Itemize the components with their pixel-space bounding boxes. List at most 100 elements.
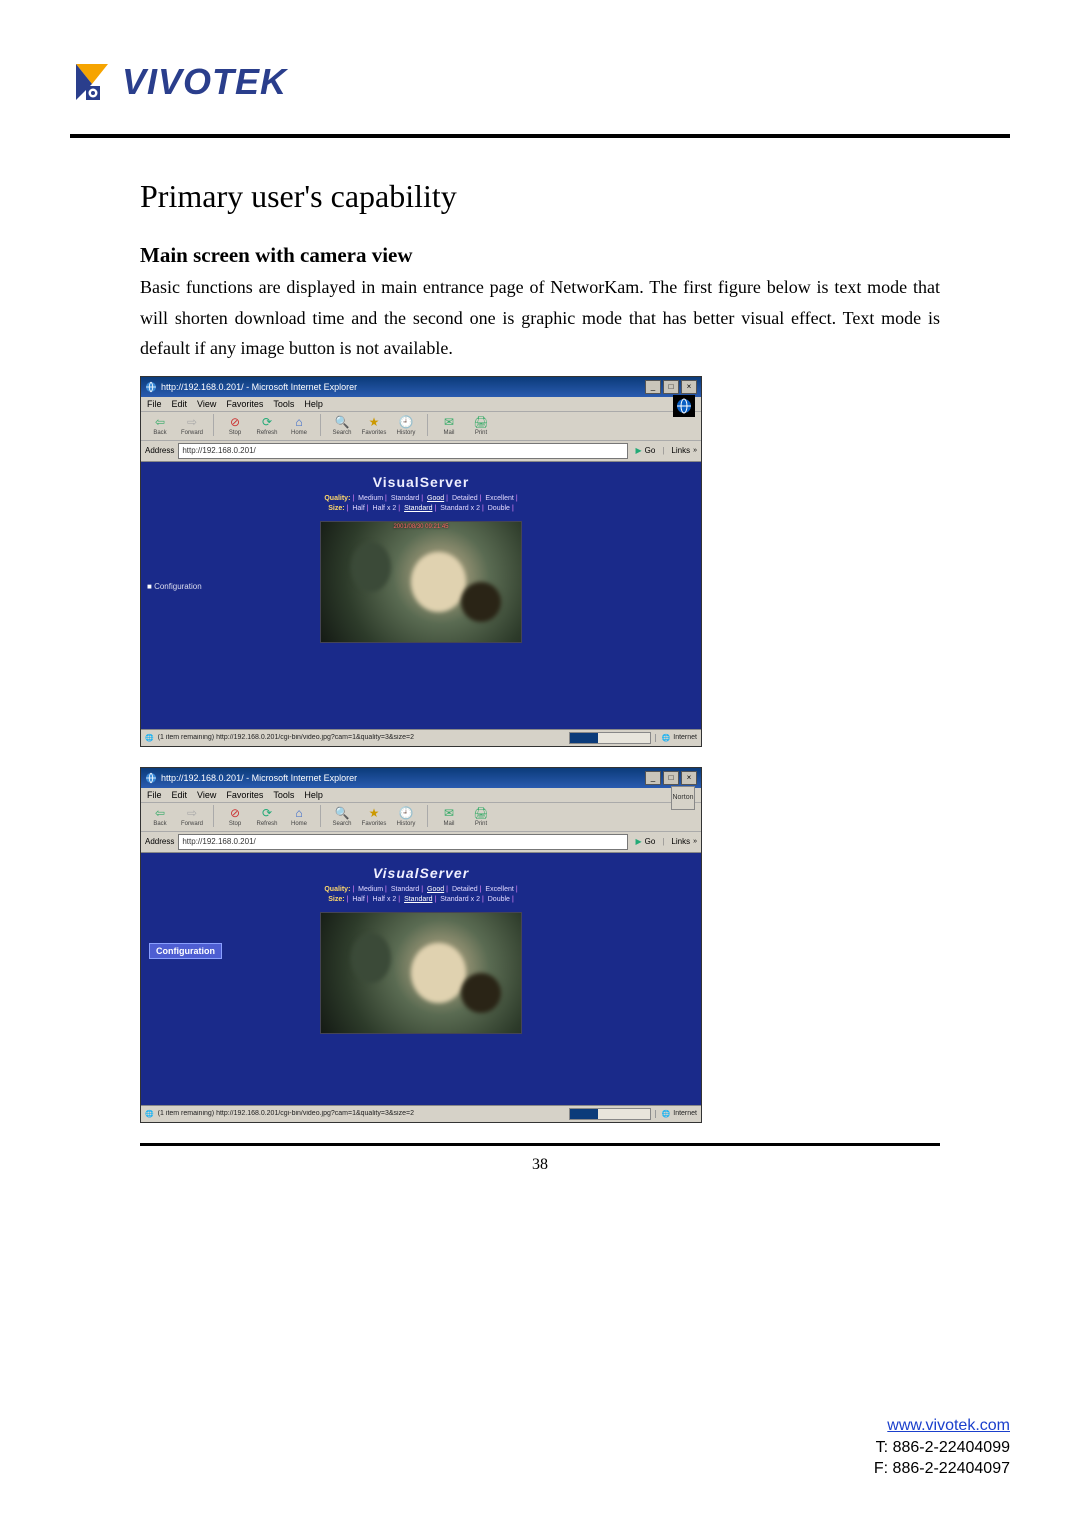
security-zone: 🌐 Internet — [655, 1110, 697, 1118]
size-standard[interactable]: Standard — [402, 896, 434, 903]
page: VIVOTEK Primary user's capability Main s… — [0, 0, 1080, 1528]
window-maximize-button[interactable]: □ — [663, 771, 679, 785]
quality-excellent[interactable]: Excellent — [483, 886, 515, 893]
intro-paragraph: Basic functions are displayed in main en… — [140, 272, 940, 364]
size-halfx2[interactable]: Half x 2 — [371, 505, 399, 512]
brand-logo: VIVOTEK — [70, 60, 1010, 104]
toolbar-stop-button[interactable]: ⊘Stop — [222, 805, 248, 827]
quality-standard[interactable]: Standard — [389, 495, 421, 502]
screenshot-graphic-mode: http://192.168.0.201/ - Microsoft Intern… — [140, 767, 702, 1123]
size-double[interactable]: Double — [486, 896, 512, 903]
links-label[interactable]: Links — [671, 837, 690, 846]
toolbar-refresh-button[interactable]: ⟳Refresh — [254, 414, 280, 436]
menu-help[interactable]: Help — [304, 790, 323, 800]
configuration-button[interactable]: Configuration — [149, 943, 222, 959]
window-maximize-button[interactable]: □ — [663, 380, 679, 394]
window-titlebar: http://192.168.0.201/ - Microsoft Intern… — [141, 377, 701, 397]
camera-video-frame: 2001/08/30 09:21:45 — [320, 521, 522, 643]
size-halfx2[interactable]: Half x 2 — [371, 896, 399, 903]
address-input[interactable]: http://192.168.0.201/ — [178, 443, 627, 459]
toolbar-forward-button[interactable]: ⇨Forward — [179, 805, 205, 827]
toolbar-stop-button[interactable]: ⊘Stop — [222, 414, 248, 436]
quality-standard[interactable]: Standard — [389, 886, 421, 893]
video-timestamp: 2001/08/30 09:21:45 — [321, 524, 521, 530]
quality-detailed[interactable]: Detailed — [450, 495, 480, 502]
toolbar-favorites-button[interactable]: ★Favorites — [361, 805, 387, 827]
page-heading: Primary user's capability — [140, 178, 940, 215]
footer-tel: T: 886-2-22404099 — [876, 1439, 1010, 1456]
menu-tools[interactable]: Tools — [273, 790, 294, 800]
window-titlebar: http://192.168.0.201/ - Microsoft Intern… — [141, 768, 701, 788]
menu-help[interactable]: Help — [304, 399, 323, 409]
quality-detailed[interactable]: Detailed — [450, 886, 480, 893]
toolbar-print-button[interactable]: 🖨Print — [468, 414, 494, 436]
security-zone: 🌐 Internet — [655, 734, 697, 742]
browser-addressbar: Address http://192.168.0.201/ ▶ Go | Lin… — [141, 832, 701, 853]
toolbar-mail-button[interactable]: ✉Mail — [436, 414, 462, 436]
size-standardx2[interactable]: Standard x 2 — [438, 896, 482, 903]
window-close-button[interactable]: × — [681, 380, 697, 394]
browser-statusbar: 🌐 (1 item remaining) http://192.168.0.20… — [141, 1105, 701, 1122]
toolbar-forward-button[interactable]: ⇨Forward — [179, 414, 205, 436]
menu-edit[interactable]: Edit — [172, 399, 188, 409]
window-minimize-button[interactable]: _ — [645, 380, 661, 394]
toolbar-mail-button[interactable]: ✉Mail — [436, 805, 462, 827]
go-label[interactable]: Go — [645, 446, 656, 455]
address-input[interactable]: http://192.168.0.201/ — [178, 834, 627, 850]
go-icon[interactable]: ▶ — [636, 446, 642, 455]
toolbar-back-button[interactable]: ⇦Back — [147, 414, 173, 436]
size-standard[interactable]: Standard — [402, 505, 434, 512]
menu-edit[interactable]: Edit — [172, 790, 188, 800]
browser-addressbar: Address http://192.168.0.201/ ▶ Go | Lin… — [141, 441, 701, 462]
quality-medium[interactable]: Medium — [356, 495, 385, 502]
toolbar-history-button[interactable]: 🕘History — [393, 805, 419, 827]
quality-excellent[interactable]: Excellent — [483, 495, 515, 502]
quality-good[interactable]: Good — [425, 886, 446, 893]
size-standardx2[interactable]: Standard x 2 — [438, 505, 482, 512]
browser-menubar: File Edit View Favorites Tools Help — [141, 788, 701, 803]
toolbar-print-button[interactable]: 🖨Print — [468, 805, 494, 827]
menu-view[interactable]: View — [197, 399, 216, 409]
toolbar-search-button[interactable]: 🔍Search — [329, 805, 355, 827]
configuration-link-text[interactable]: Configuration — [147, 582, 202, 591]
size-double[interactable]: Double — [486, 505, 512, 512]
footer-link[interactable]: www.vivotek.com — [887, 1417, 1010, 1434]
address-label: Address — [145, 446, 174, 455]
menu-favorites[interactable]: Favorites — [226, 790, 263, 800]
window-close-button[interactable]: × — [681, 771, 697, 785]
globe-icon: 🌐 — [662, 1110, 671, 1118]
globe-icon: 🌐 — [662, 734, 671, 742]
header-rule — [70, 134, 1010, 138]
ie-app-icon — [145, 381, 157, 393]
menu-view[interactable]: View — [197, 790, 216, 800]
browser-toolbar: ⇦Back ⇨Forward ⊘Stop ⟳Refresh ⌂Home 🔍Sea… — [141, 803, 701, 832]
toolbar-home-button[interactable]: ⌂Home — [286, 805, 312, 827]
quality-good[interactable]: Good — [425, 495, 446, 502]
section-heading: Main screen with camera view — [140, 243, 940, 268]
links-label[interactable]: Links — [671, 446, 690, 455]
size-half[interactable]: Half — [350, 896, 366, 903]
quality-options-row: Quality: | Medium| Standard| Good| Detai… — [149, 885, 693, 906]
logo-mark-icon — [70, 60, 114, 104]
window-minimize-button[interactable]: _ — [645, 771, 661, 785]
go-label[interactable]: Go — [645, 837, 656, 846]
quality-medium[interactable]: Medium — [356, 886, 385, 893]
toolbar-home-button[interactable]: ⌂Home — [286, 414, 312, 436]
ie-app-icon — [145, 772, 157, 784]
go-icon[interactable]: ▶ — [636, 837, 642, 846]
window-title: http://192.168.0.201/ - Microsoft Intern… — [161, 773, 645, 783]
menu-file[interactable]: File — [147, 790, 162, 800]
toolbar-back-button[interactable]: ⇦Back — [147, 805, 173, 827]
toolbar-favorites-button[interactable]: ★Favorites — [361, 414, 387, 436]
menu-favorites[interactable]: Favorites — [226, 399, 263, 409]
address-label: Address — [145, 837, 174, 846]
menu-file[interactable]: File — [147, 399, 162, 409]
menu-tools[interactable]: Tools — [273, 399, 294, 409]
main-content: Primary user's capability Main screen wi… — [140, 178, 940, 1174]
footer-fax: F: 886-2-22404097 — [874, 1460, 1010, 1477]
toolbar-refresh-button[interactable]: ⟳Refresh — [254, 805, 280, 827]
toolbar-search-button[interactable]: 🔍Search — [329, 414, 355, 436]
size-half[interactable]: Half — [350, 505, 366, 512]
camera-video-frame — [320, 912, 522, 1034]
toolbar-history-button[interactable]: 🕘History — [393, 414, 419, 436]
